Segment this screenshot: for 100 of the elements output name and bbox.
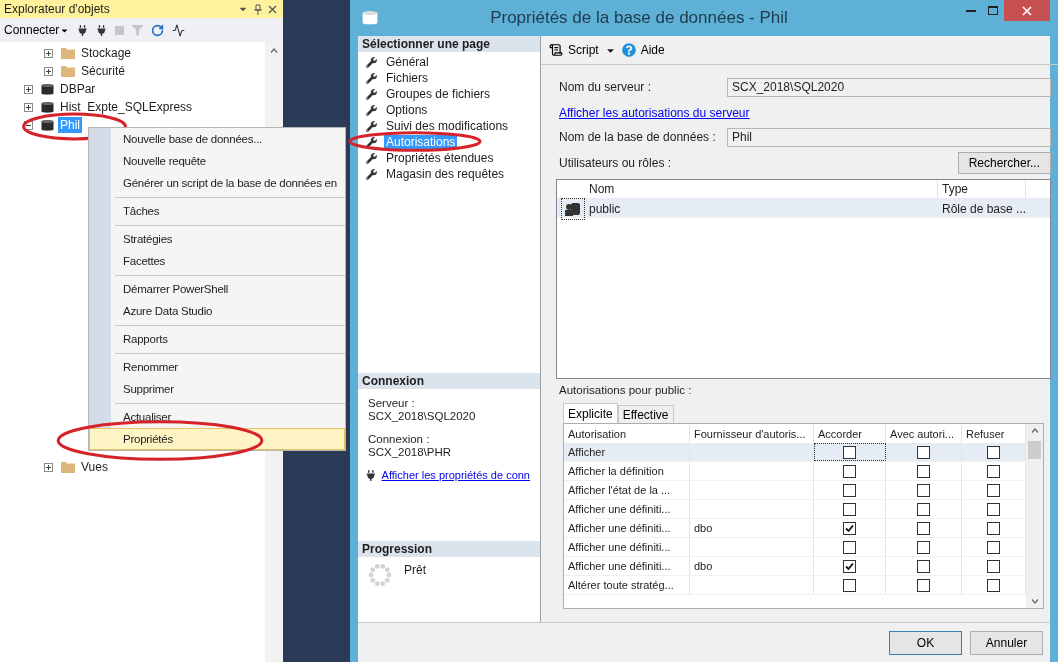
spinner-icon bbox=[368, 563, 392, 587]
checkbox[interactable] bbox=[917, 445, 930, 459]
menu-item[interactable]: Rapports bbox=[89, 328, 345, 350]
tree-item[interactable]: DBPar bbox=[58, 81, 98, 97]
maximize-icon bbox=[988, 6, 998, 15]
menu-item[interactable]: Propriétés bbox=[89, 428, 345, 450]
database-name-field[interactable]: Phil bbox=[727, 127, 1051, 147]
table-row[interactable]: Afficher la définition bbox=[564, 462, 1026, 481]
server-permissions-link[interactable]: Afficher les autorisations du serveur bbox=[559, 106, 750, 120]
plug-icon[interactable] bbox=[96, 24, 108, 36]
checkbox[interactable] bbox=[917, 521, 930, 535]
table-row[interactable]: Afficher une définiti... bbox=[564, 538, 1026, 557]
table-row[interactable]: Afficher une définiti... dbo bbox=[564, 519, 1026, 538]
expand-icon[interactable] bbox=[44, 462, 53, 472]
table-row[interactable]: Afficher l'état de la ... bbox=[564, 481, 1026, 500]
menu-item[interactable]: Nouvelle requête bbox=[89, 150, 345, 172]
connection-info: Serveur : SCX_2018\SQL2020 bbox=[368, 397, 477, 423]
checkbox[interactable] bbox=[987, 502, 1000, 516]
checkbox[interactable] bbox=[917, 578, 930, 592]
scroll-down-icon[interactable] bbox=[1030, 599, 1039, 604]
expand-icon[interactable] bbox=[44, 48, 53, 58]
folder-icon bbox=[61, 65, 75, 77]
checkbox[interactable] bbox=[917, 502, 930, 516]
menu-item[interactable]: Stratégies bbox=[89, 228, 345, 250]
ok-button[interactable]: OK bbox=[889, 630, 962, 655]
checkbox[interactable] bbox=[843, 521, 856, 535]
checkbox[interactable] bbox=[917, 540, 930, 554]
wrench-icon bbox=[366, 88, 377, 100]
checkbox[interactable] bbox=[987, 445, 1000, 459]
scrollbar[interactable] bbox=[1026, 424, 1043, 608]
checkbox[interactable] bbox=[843, 464, 856, 478]
tab[interactable]: Explicite bbox=[563, 403, 618, 423]
page-item[interactable]: Propriétés étendues bbox=[384, 151, 496, 165]
checkbox[interactable] bbox=[987, 464, 1000, 478]
help-button[interactable]: Aide bbox=[621, 43, 665, 57]
menu-item[interactable]: Azure Data Studio bbox=[89, 300, 345, 322]
checkbox[interactable] bbox=[843, 559, 856, 573]
menu-item[interactable]: Nouvelle base de données... bbox=[89, 128, 345, 150]
page-item[interactable]: Groupes de fichiers bbox=[384, 87, 493, 101]
table-row[interactable]: Afficher une définiti... bbox=[564, 500, 1026, 519]
plug-icon[interactable] bbox=[77, 24, 89, 36]
page-item[interactable]: Fichiers bbox=[384, 71, 430, 85]
menu-item[interactable]: Supprimer bbox=[89, 378, 345, 400]
tree-item[interactable]: Sécurité bbox=[79, 63, 128, 79]
connection-properties-link[interactable]: Afficher les propriétés de conn bbox=[381, 469, 530, 481]
refresh-icon[interactable] bbox=[151, 23, 165, 37]
wrench-icon bbox=[366, 104, 377, 116]
menu-item[interactable]: Tâches bbox=[89, 200, 345, 222]
wrench-icon bbox=[366, 120, 377, 132]
page-item[interactable]: Général bbox=[384, 55, 431, 69]
table-row[interactable]: public Rôle de base ... bbox=[557, 198, 1050, 218]
database-icon bbox=[41, 100, 54, 114]
page-item[interactable]: Magasin des requêtes bbox=[384, 167, 507, 181]
folder-icon bbox=[61, 47, 75, 59]
script-button[interactable]: Script bbox=[549, 43, 599, 57]
menu-item[interactable]: Actualiser bbox=[89, 406, 345, 428]
table-cell-text: public bbox=[588, 201, 622, 218]
tree-item[interactable]: Vues bbox=[79, 459, 110, 475]
collapse-icon[interactable] bbox=[24, 120, 33, 130]
pin-icon[interactable] bbox=[254, 3, 262, 15]
tab[interactable]: Effective bbox=[617, 405, 674, 423]
scroll-up-icon[interactable] bbox=[1030, 428, 1039, 433]
section-header: Sélectionner une page bbox=[358, 36, 540, 52]
progress-status: Prêt bbox=[404, 563, 426, 579]
cancel-button[interactable]: Annuler bbox=[970, 630, 1043, 655]
expand-icon[interactable] bbox=[44, 66, 53, 76]
menu-item[interactable]: Renommer bbox=[89, 356, 345, 378]
checkbox[interactable] bbox=[843, 578, 856, 592]
expand-icon[interactable] bbox=[24, 84, 33, 94]
checkbox[interactable] bbox=[843, 540, 856, 554]
table-cell: Afficher une définiti... bbox=[564, 519, 690, 537]
menu-item[interactable]: Démarrer PowerShell bbox=[89, 278, 345, 300]
activity-icon[interactable] bbox=[172, 23, 186, 37]
checkbox[interactable] bbox=[917, 464, 930, 478]
checkbox[interactable] bbox=[987, 483, 1000, 497]
checkbox[interactable] bbox=[987, 578, 1000, 592]
checkbox[interactable] bbox=[987, 540, 1000, 554]
tree-item[interactable]: Stockage bbox=[79, 45, 134, 61]
menu-item[interactable]: Générer un script de la base de données en bbox=[89, 172, 345, 194]
checkbox[interactable] bbox=[843, 483, 856, 497]
scroll-up-icon[interactable] bbox=[270, 48, 278, 53]
connect-button[interactable]: Connecter bbox=[4, 23, 70, 37]
close-icon[interactable] bbox=[268, 4, 277, 14]
page-item[interactable]: Options bbox=[384, 103, 430, 117]
table-row[interactable]: Afficher bbox=[564, 443, 1026, 462]
checkbox[interactable] bbox=[917, 559, 930, 573]
server-name-field[interactable]: SCX_2018\SQL2020 bbox=[727, 77, 1051, 97]
menu-item[interactable]: Facettes bbox=[89, 250, 345, 272]
checkbox[interactable] bbox=[987, 521, 1000, 535]
table-row[interactable]: Afficher une définiti... dbo bbox=[564, 557, 1026, 576]
table-row[interactable]: Altérer toute stratég... bbox=[564, 576, 1026, 595]
checkbox[interactable] bbox=[987, 559, 1000, 573]
tree-item[interactable]: Hist_Expte_SQLExpress bbox=[58, 99, 195, 115]
scroll-thumb[interactable] bbox=[1028, 441, 1041, 459]
expand-icon[interactable] bbox=[24, 102, 33, 112]
page-item[interactable]: Suivi des modifications bbox=[384, 119, 511, 133]
checkbox[interactable] bbox=[917, 483, 930, 497]
checkbox[interactable] bbox=[843, 502, 856, 516]
checkbox[interactable] bbox=[843, 445, 856, 459]
search-button[interactable]: Rechercher... bbox=[957, 152, 1051, 174]
